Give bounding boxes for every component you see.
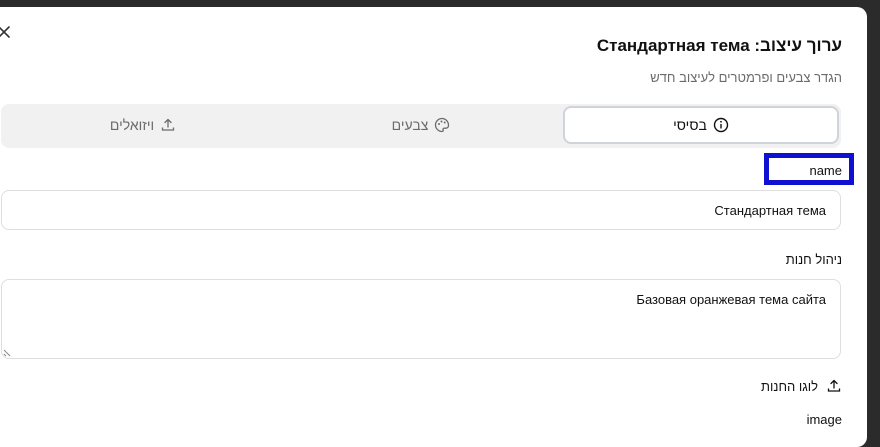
dialog-subtitle: הגדר צבעים ופרמטרים לעיצוב חדש (650, 70, 842, 85)
tab-colors[interactable]: צבעים (285, 108, 557, 142)
upload-icon (161, 118, 175, 131)
name-label: name (809, 163, 842, 178)
tab-basic-label: בסיסי (673, 117, 707, 133)
upload-icon (827, 379, 841, 392)
description-textarea[interactable]: Базовая оранжевая тема сайта (1, 279, 841, 359)
resize-handle-icon[interactable] (3, 347, 13, 357)
description-label: ניהול חנות (785, 252, 842, 267)
tab-visuals[interactable]: ויזואלים (7, 108, 279, 142)
name-input[interactable]: Стандартная тема (1, 190, 841, 230)
tab-bar: בסיסי צבעים ויזואלים (1, 104, 841, 148)
palette-icon (435, 117, 450, 133)
dialog-title: ערוך עיצוב: Стандартная тема (596, 36, 842, 55)
image-label: image (806, 412, 842, 427)
logo-section-header: לוגו החנות (761, 378, 842, 394)
logo-label: לוגו החנות (761, 378, 818, 394)
info-icon (713, 117, 729, 133)
tab-basic[interactable]: בסיסי (563, 106, 839, 144)
tab-colors-label: צבעים (391, 117, 429, 133)
edit-theme-dialog: ערוך עיצוב: Стандартная тема הגדר צבעים … (0, 7, 867, 447)
close-icon[interactable] (0, 24, 12, 40)
tab-visuals-label: ויזואלים (109, 117, 155, 133)
